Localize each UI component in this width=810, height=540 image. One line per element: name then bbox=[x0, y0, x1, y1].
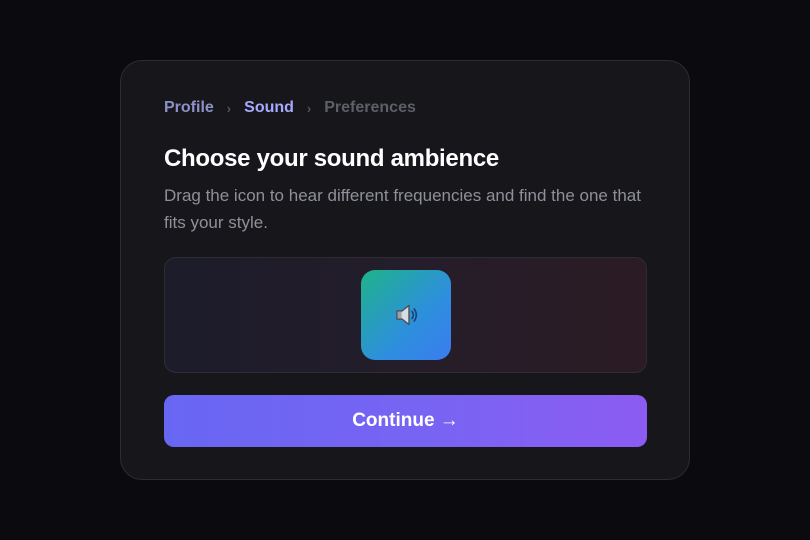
sound-drag-handle[interactable] bbox=[361, 270, 451, 360]
page-title: Choose your sound ambience bbox=[164, 145, 499, 172]
continue-button[interactable]: Continue → bbox=[164, 395, 647, 447]
page-subtitle: Drag the icon to hear different frequenc… bbox=[164, 186, 641, 232]
breadcrumb-separator-icon: › bbox=[226, 100, 232, 116]
breadcrumb-step-sound: Sound bbox=[244, 99, 294, 116]
breadcrumb-step-preferences: Preferences bbox=[324, 99, 416, 116]
sound-drag-track[interactable] bbox=[164, 257, 647, 373]
onboarding-card: Profile › Sound › Preferences Choose you… bbox=[120, 60, 690, 480]
breadcrumb-separator-icon: › bbox=[306, 100, 312, 116]
breadcrumb: Profile › Sound › Preferences bbox=[164, 99, 416, 117]
breadcrumb-step-profile[interactable]: Profile bbox=[164, 99, 214, 117]
speaker-icon bbox=[396, 304, 418, 326]
